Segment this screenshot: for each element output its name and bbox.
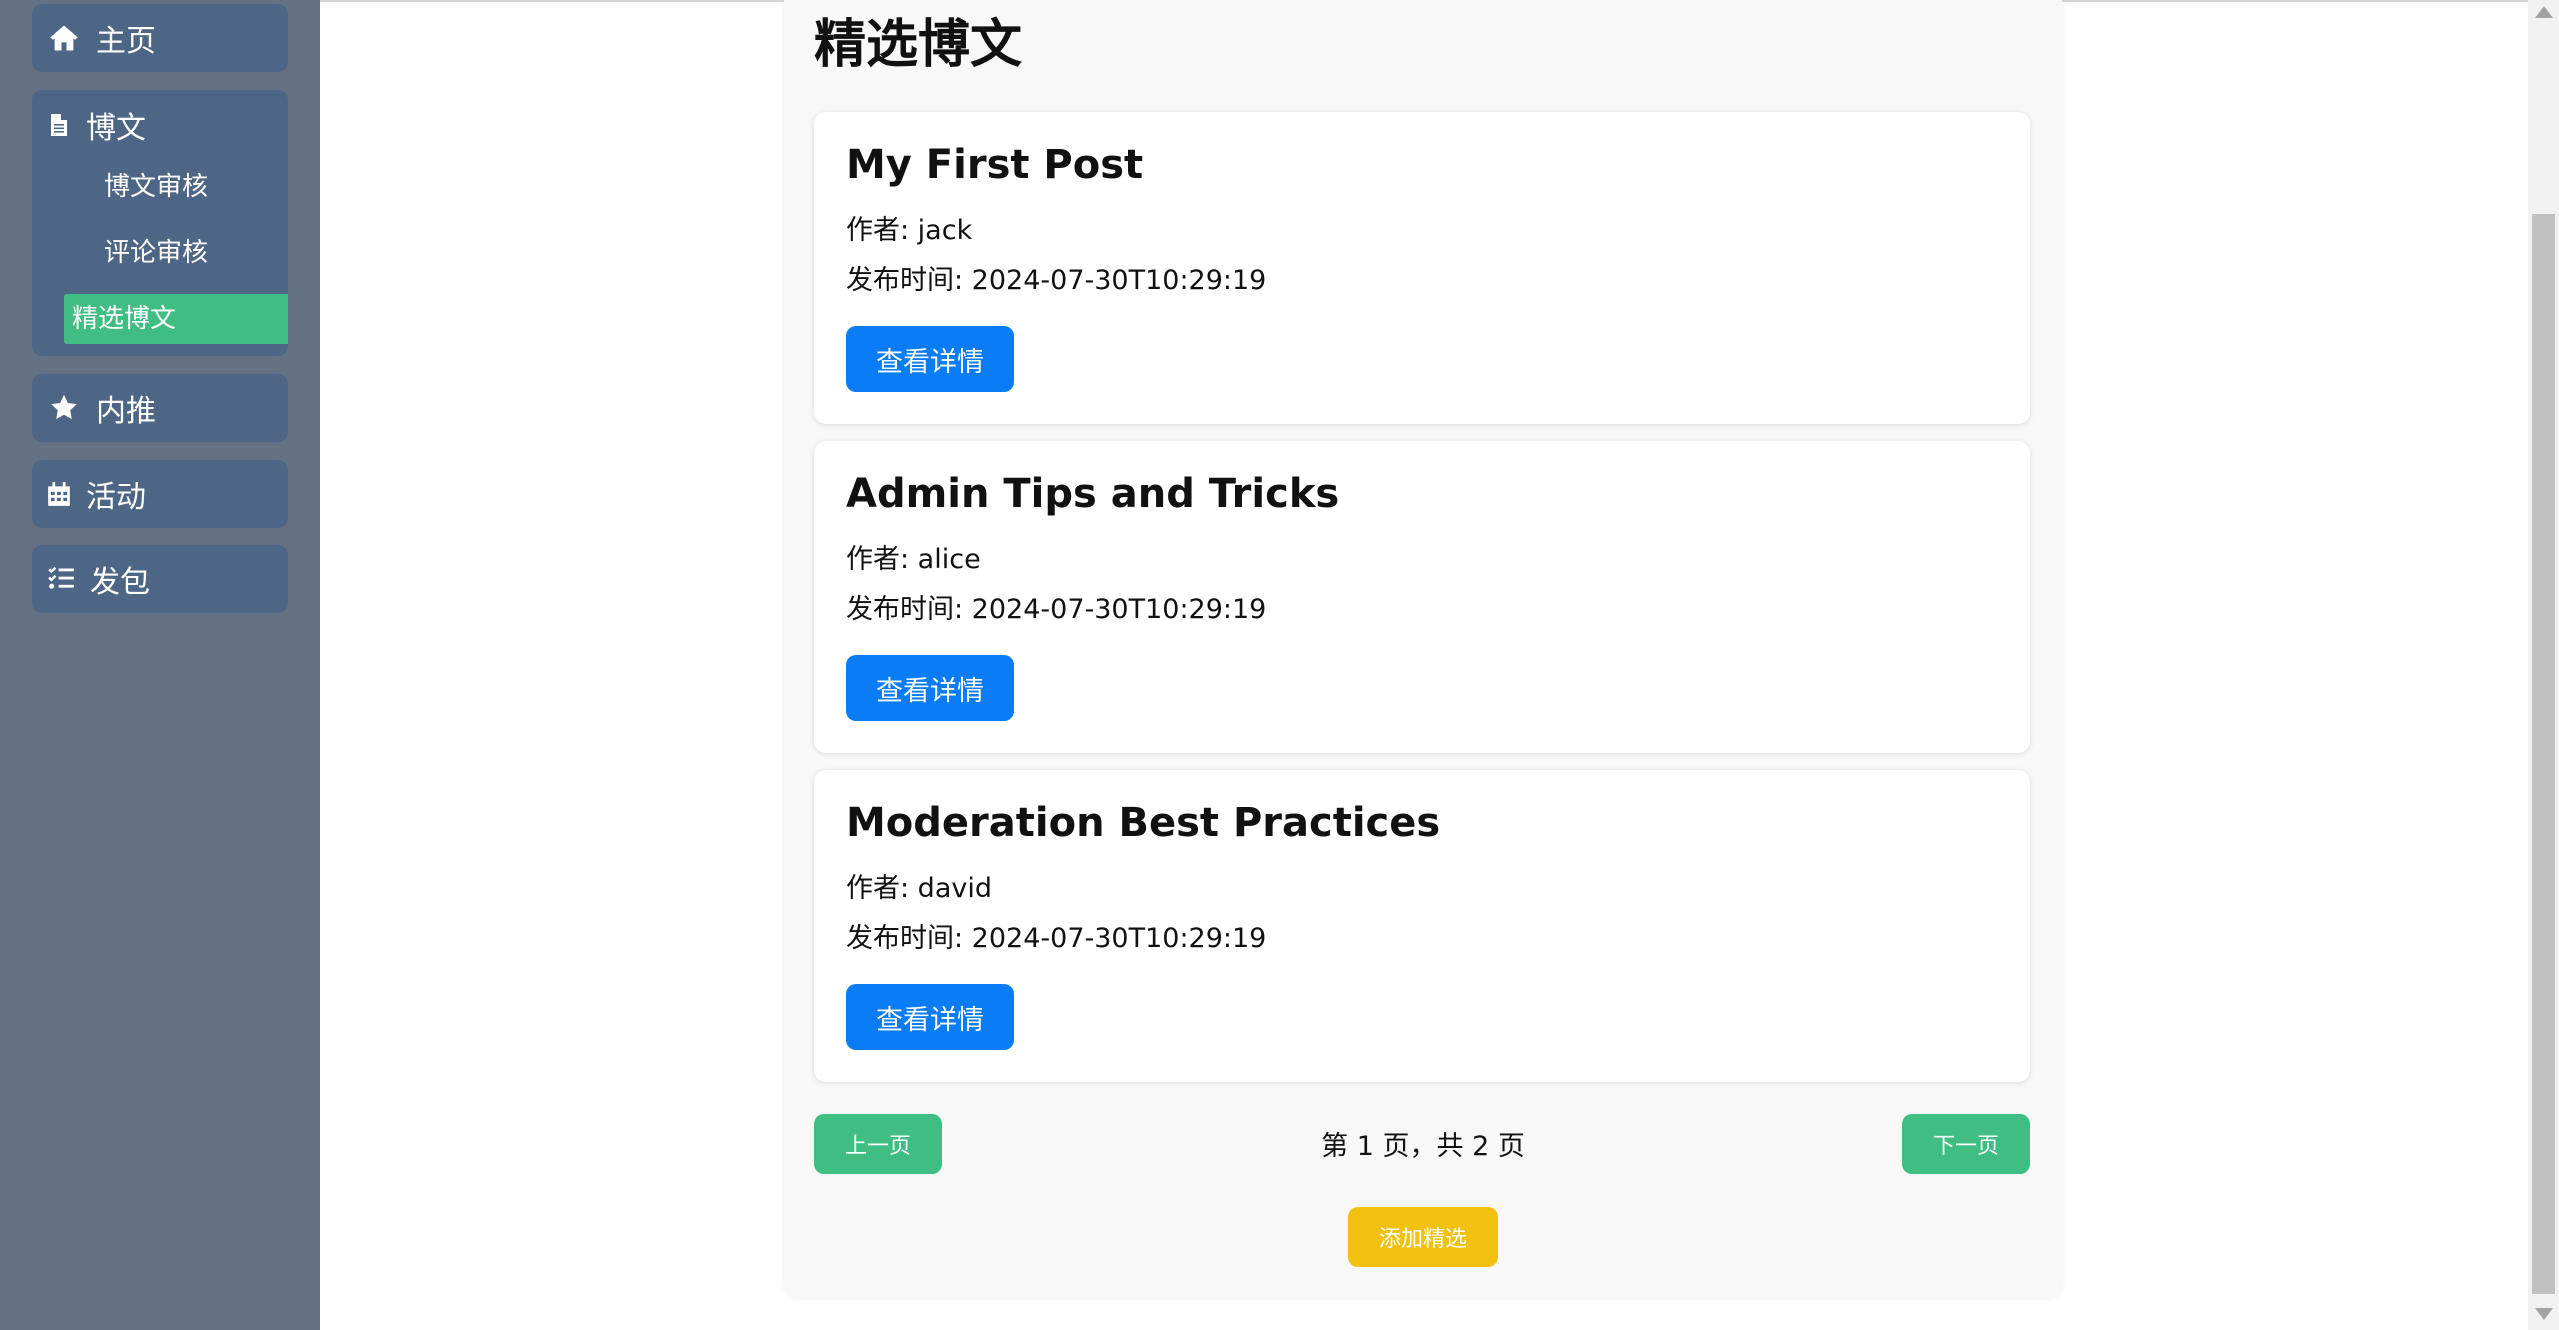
- calendar-icon: [46, 476, 72, 512]
- nav-events[interactable]: 活动: [32, 460, 288, 528]
- nav-packages-label: 发包: [90, 565, 150, 600]
- nav-home-label: 主页: [96, 24, 156, 59]
- post-title: Admin Tips and Tricks: [846, 471, 1340, 517]
- post-card: Moderation Best Practices 作者: david 发布时间…: [814, 770, 2030, 1082]
- post-author: 作者: david: [846, 873, 992, 904]
- view-details-button[interactable]: 查看详情: [846, 655, 1014, 721]
- list-check-icon: [46, 561, 76, 597]
- sidebar: 主页 博文 博文审核 评论审核 精选博文 内推 活动 发包: [0, 0, 320, 1330]
- nav-home[interactable]: 主页: [32, 4, 288, 72]
- sidebar-item-comment-review[interactable]: 评论审核: [64, 228, 288, 278]
- nav-packages[interactable]: 发包: [32, 545, 288, 613]
- star-icon: [46, 390, 82, 426]
- post-date: 发布时间: 2024-07-30T10:29:19: [846, 594, 1267, 625]
- nav-events-label: 活动: [86, 480, 146, 515]
- post-author: 作者: jack: [846, 215, 973, 246]
- vertical-scrollbar[interactable]: [2528, 0, 2559, 1330]
- scroll-up-icon[interactable]: [2535, 6, 2553, 18]
- sidebar-item-label: 精选博文: [72, 304, 177, 334]
- post-date: 发布时间: 2024-07-30T10:29:19: [846, 923, 1267, 954]
- sidebar-item-label: 评论审核: [104, 238, 209, 268]
- post-card: Admin Tips and Tricks 作者: alice 发布时间: 20…: [814, 441, 2030, 753]
- post-author: 作者: alice: [846, 544, 981, 575]
- nav-referral-label: 内推: [96, 394, 156, 429]
- scroll-down-icon[interactable]: [2535, 1308, 2553, 1320]
- featured-posts-panel: 精选博文 My First Post 作者: jack 发布时间: 2024-0…: [784, 0, 2062, 1298]
- prev-page-button[interactable]: 上一页: [814, 1114, 942, 1174]
- sidebar-item-label: 博文审核: [104, 172, 209, 202]
- sidebar-item-post-review[interactable]: 博文审核: [64, 162, 288, 212]
- nav-posts: 博文 博文审核 评论审核 精选博文: [32, 90, 288, 356]
- post-date: 发布时间: 2024-07-30T10:29:19: [846, 265, 1267, 296]
- home-icon: [46, 20, 82, 56]
- sidebar-item-featured-posts[interactable]: 精选博文: [64, 294, 288, 344]
- nav-referral[interactable]: 内推: [32, 374, 288, 442]
- page-title: 精选博文: [814, 15, 1023, 75]
- nav-posts-header[interactable]: 博文: [32, 90, 288, 160]
- add-featured-button[interactable]: 添加精选: [1348, 1207, 1498, 1267]
- scrollbar-thumb[interactable]: [2532, 214, 2555, 1294]
- file-icon: [46, 107, 72, 143]
- view-details-button[interactable]: 查看详情: [846, 984, 1014, 1050]
- post-title: My First Post: [846, 142, 1144, 188]
- view-details-button[interactable]: 查看详情: [846, 326, 1014, 392]
- next-page-button[interactable]: 下一页: [1902, 1114, 2030, 1174]
- post-card: My First Post 作者: jack 发布时间: 2024-07-30T…: [814, 112, 2030, 424]
- post-title: Moderation Best Practices: [846, 800, 1441, 846]
- page-info: 第 1 页，共 2 页: [1321, 1131, 1525, 1162]
- nav-posts-label: 博文: [86, 111, 146, 146]
